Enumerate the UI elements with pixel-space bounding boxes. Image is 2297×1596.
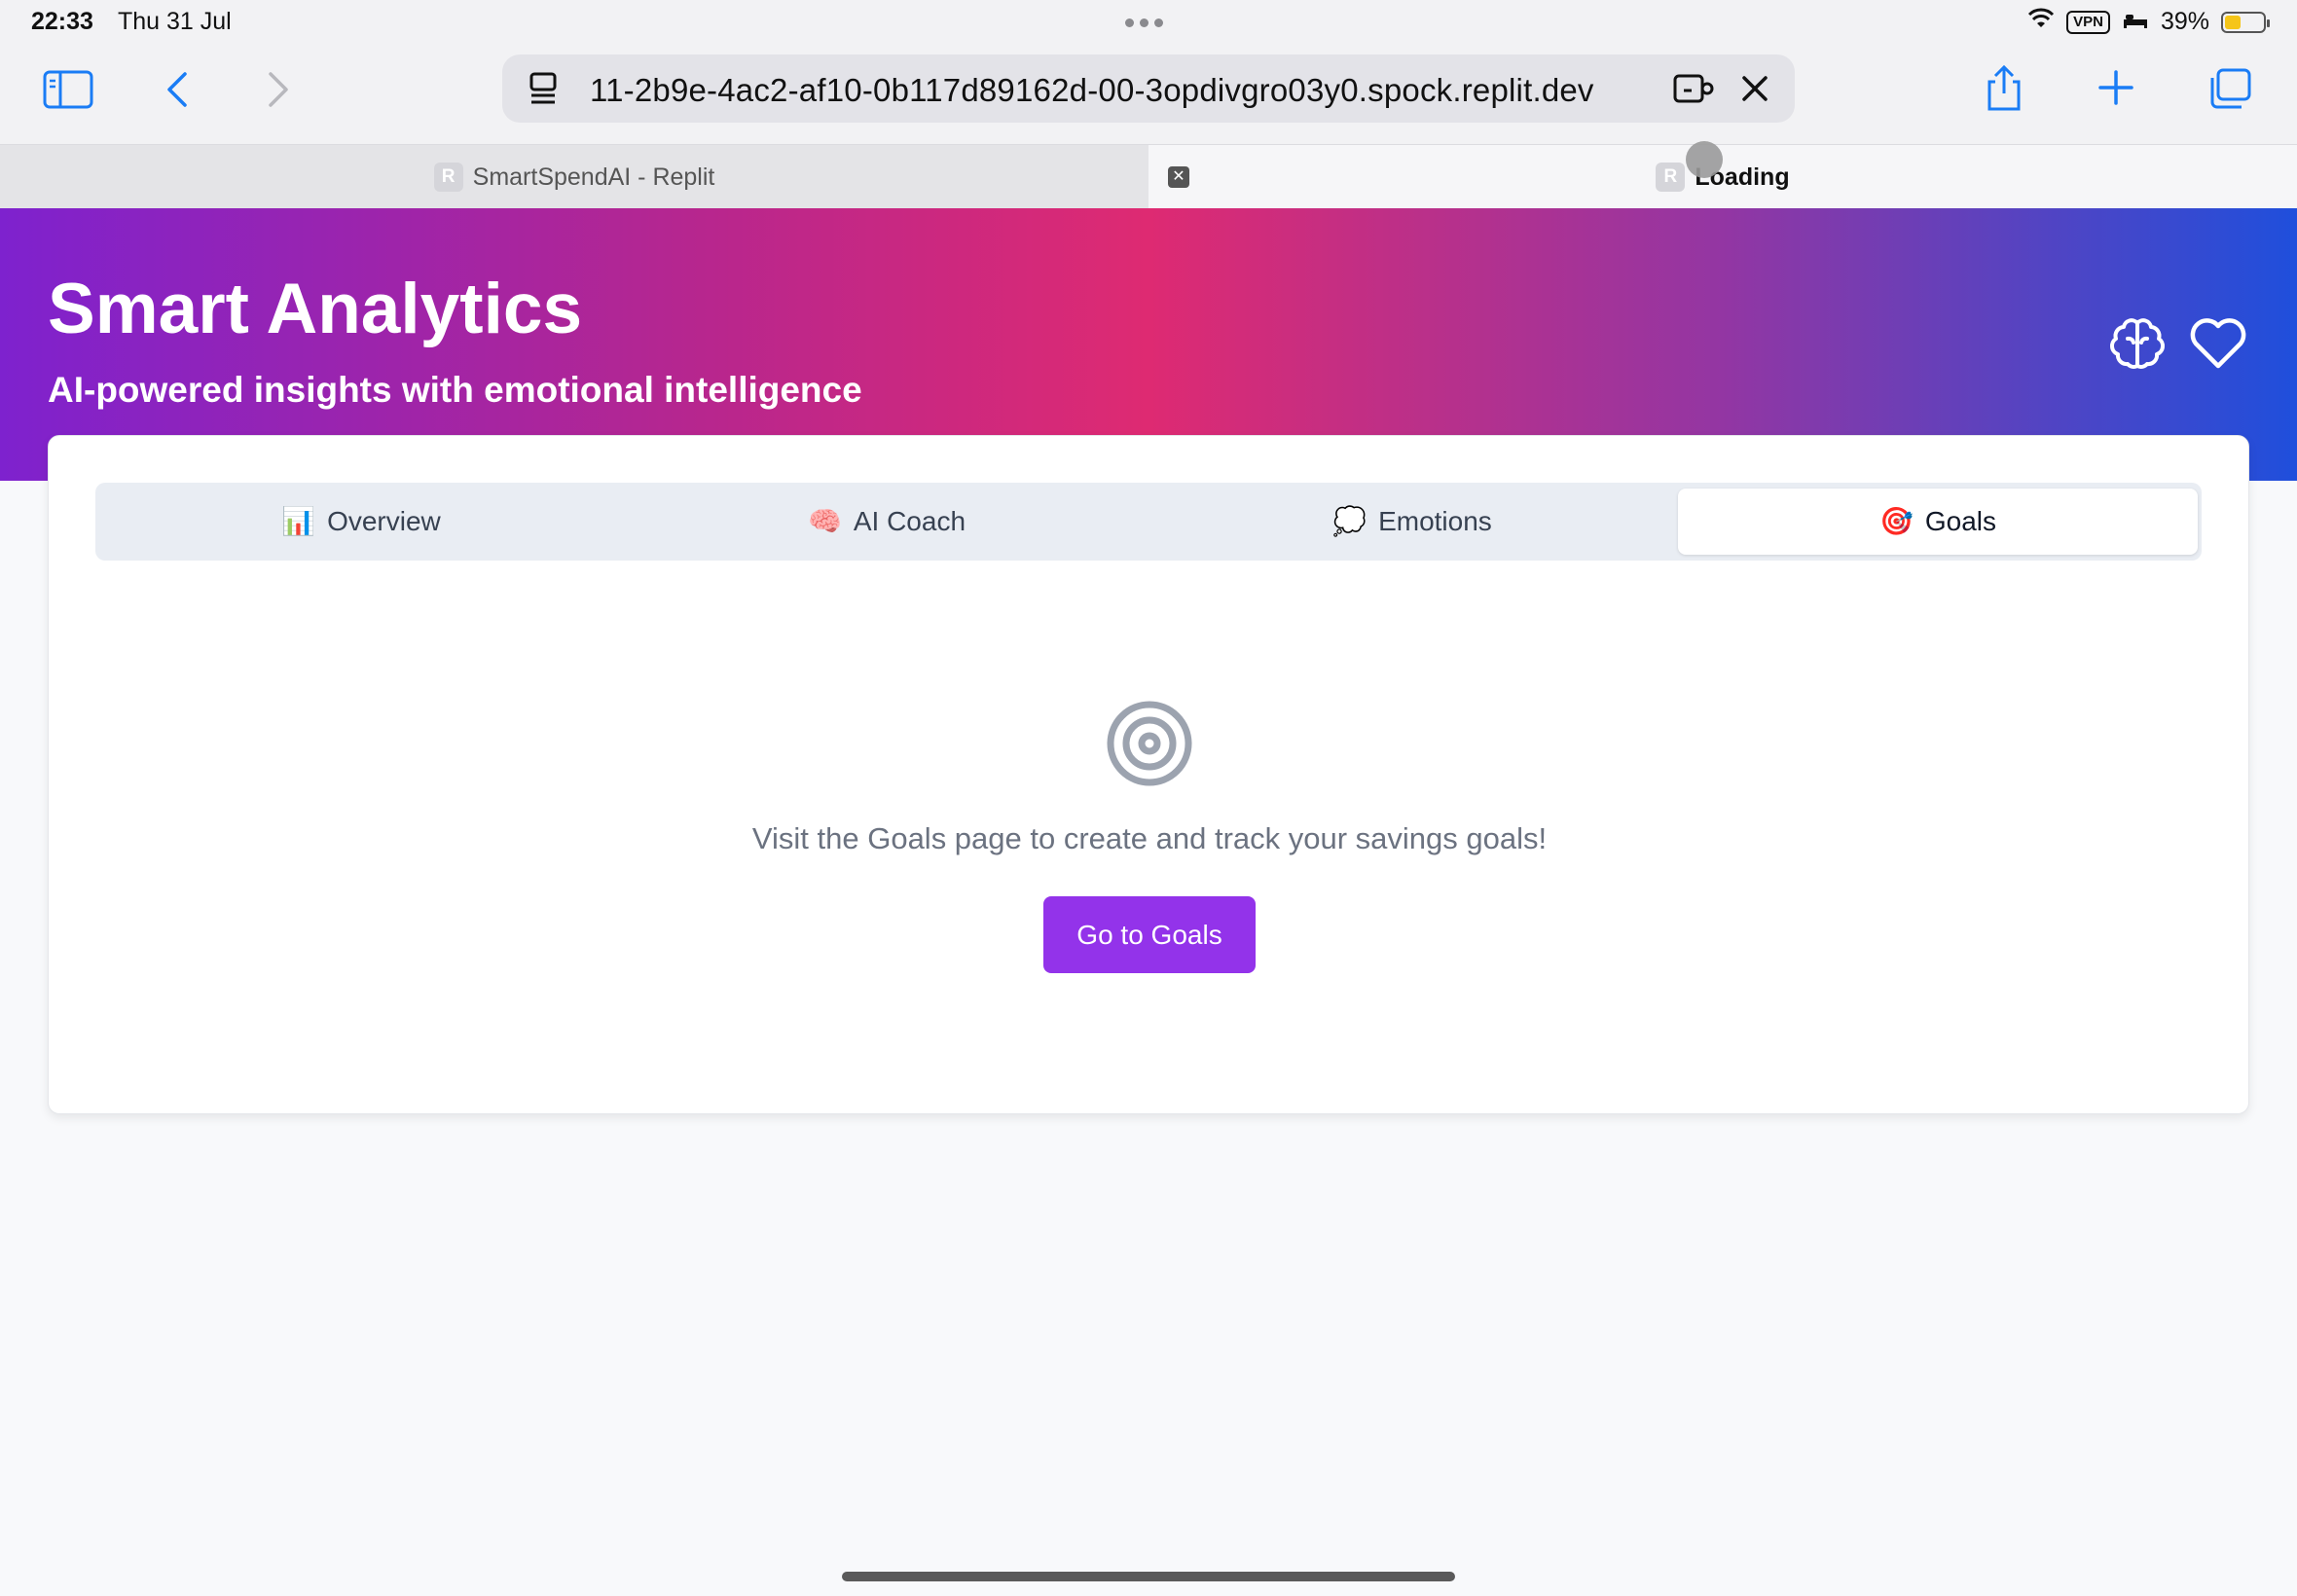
battery-charging-icon: [2221, 11, 2270, 33]
browser-toolbar: 11-2b9e-4ac2-af10-0b117d89162d-00-3opdiv…: [0, 47, 2297, 144]
thought-bubble-icon: 💭: [1332, 506, 1367, 536]
url-text: 11-2b9e-4ac2-af10-0b117d89162d-00-3opdiv…: [590, 72, 1594, 108]
wifi-icon: [2027, 8, 2055, 36]
target-icon: 🎯: [1878, 506, 1914, 536]
tab-label: Overview: [327, 506, 441, 536]
tab-close-icon[interactable]: ✕: [1168, 166, 1189, 188]
brain-icon: [2108, 315, 2167, 379]
tab-goals[interactable]: 🎯 Goals: [1678, 489, 2198, 555]
status-indicators: VPN 39%: [2027, 8, 2270, 36]
battery-percentage: 39%: [2160, 8, 2209, 35]
tab-label: Goals: [1924, 506, 1997, 536]
target-icon: [1105, 701, 1194, 792]
page-title: Smart Analytics: [48, 270, 583, 348]
goals-message: Visit the Goals page to create and track…: [751, 821, 1548, 855]
loading-indicator: [1686, 141, 1723, 178]
vpn-badge: VPN: [2066, 10, 2110, 34]
analytics-tabs: 📊 Overview 🧠 AI Coach 💭 Emotions 🎯 Goals: [95, 483, 2202, 561]
heart-icon: [2188, 315, 2248, 379]
browser-tab-strip: R SmartSpendAI - Replit ✕ R Loading: [0, 141, 2297, 209]
sleep-bed-icon: [2122, 8, 2149, 36]
tab-emotions[interactable]: 💭 Emotions: [1152, 489, 1672, 555]
url-field[interactable]: 11-2b9e-4ac2-af10-0b117d89162d-00-3opdiv…: [502, 54, 1795, 123]
forward-arrow-icon[interactable]: [263, 68, 294, 111]
tab-label: Emotions: [1378, 506, 1492, 536]
close-icon[interactable]: [1736, 70, 1773, 107]
back-arrow-icon[interactable]: [162, 68, 193, 111]
header-icons: [2108, 315, 2248, 379]
replit-favicon: R: [1656, 163, 1686, 192]
extension-icon[interactable]: [1672, 70, 1715, 107]
browser-tab-smartspendai[interactable]: R SmartSpendAI - Replit: [0, 145, 1148, 209]
go-to-goals-button[interactable]: Go to Goals: [1043, 896, 1256, 973]
tab-overview[interactable]: 📊 Overview: [101, 489, 621, 555]
page-menu-icon[interactable]: [528, 70, 561, 107]
sidebar-toggle-icon[interactable]: [43, 68, 93, 111]
tab-label: AI Coach: [853, 506, 966, 536]
multitasking-dots-icon[interactable]: [1125, 18, 1163, 27]
status-time: 22:33: [31, 8, 93, 35]
brain-icon: 🧠: [807, 506, 842, 536]
status-date: Thu 31 Jul: [118, 8, 232, 35]
replit-favicon: R: [433, 163, 463, 192]
browser-tab-title: SmartSpendAI - Replit: [472, 163, 715, 191]
tab-overview-icon[interactable]: [2206, 66, 2254, 111]
tab-ai-coach[interactable]: 🧠 AI Coach: [627, 489, 1147, 555]
status-bar: 22:33 Thu 31 Jul VPN 39%: [0, 0, 2297, 47]
page-subtitle: AI-powered insights with emotional intel…: [48, 370, 862, 410]
home-indicator[interactable]: [842, 1572, 1455, 1581]
goals-empty-state: [49, 699, 2250, 793]
share-icon[interactable]: [1982, 64, 2026, 113]
bar-chart-icon: 📊: [281, 506, 316, 536]
analytics-card: 📊 Overview 🧠 AI Coach 💭 Emotions 🎯 Goals…: [48, 435, 2249, 1114]
new-tab-plus-icon[interactable]: [2096, 68, 2135, 107]
browser-tab-loading[interactable]: ✕ R Loading: [1148, 141, 2297, 209]
